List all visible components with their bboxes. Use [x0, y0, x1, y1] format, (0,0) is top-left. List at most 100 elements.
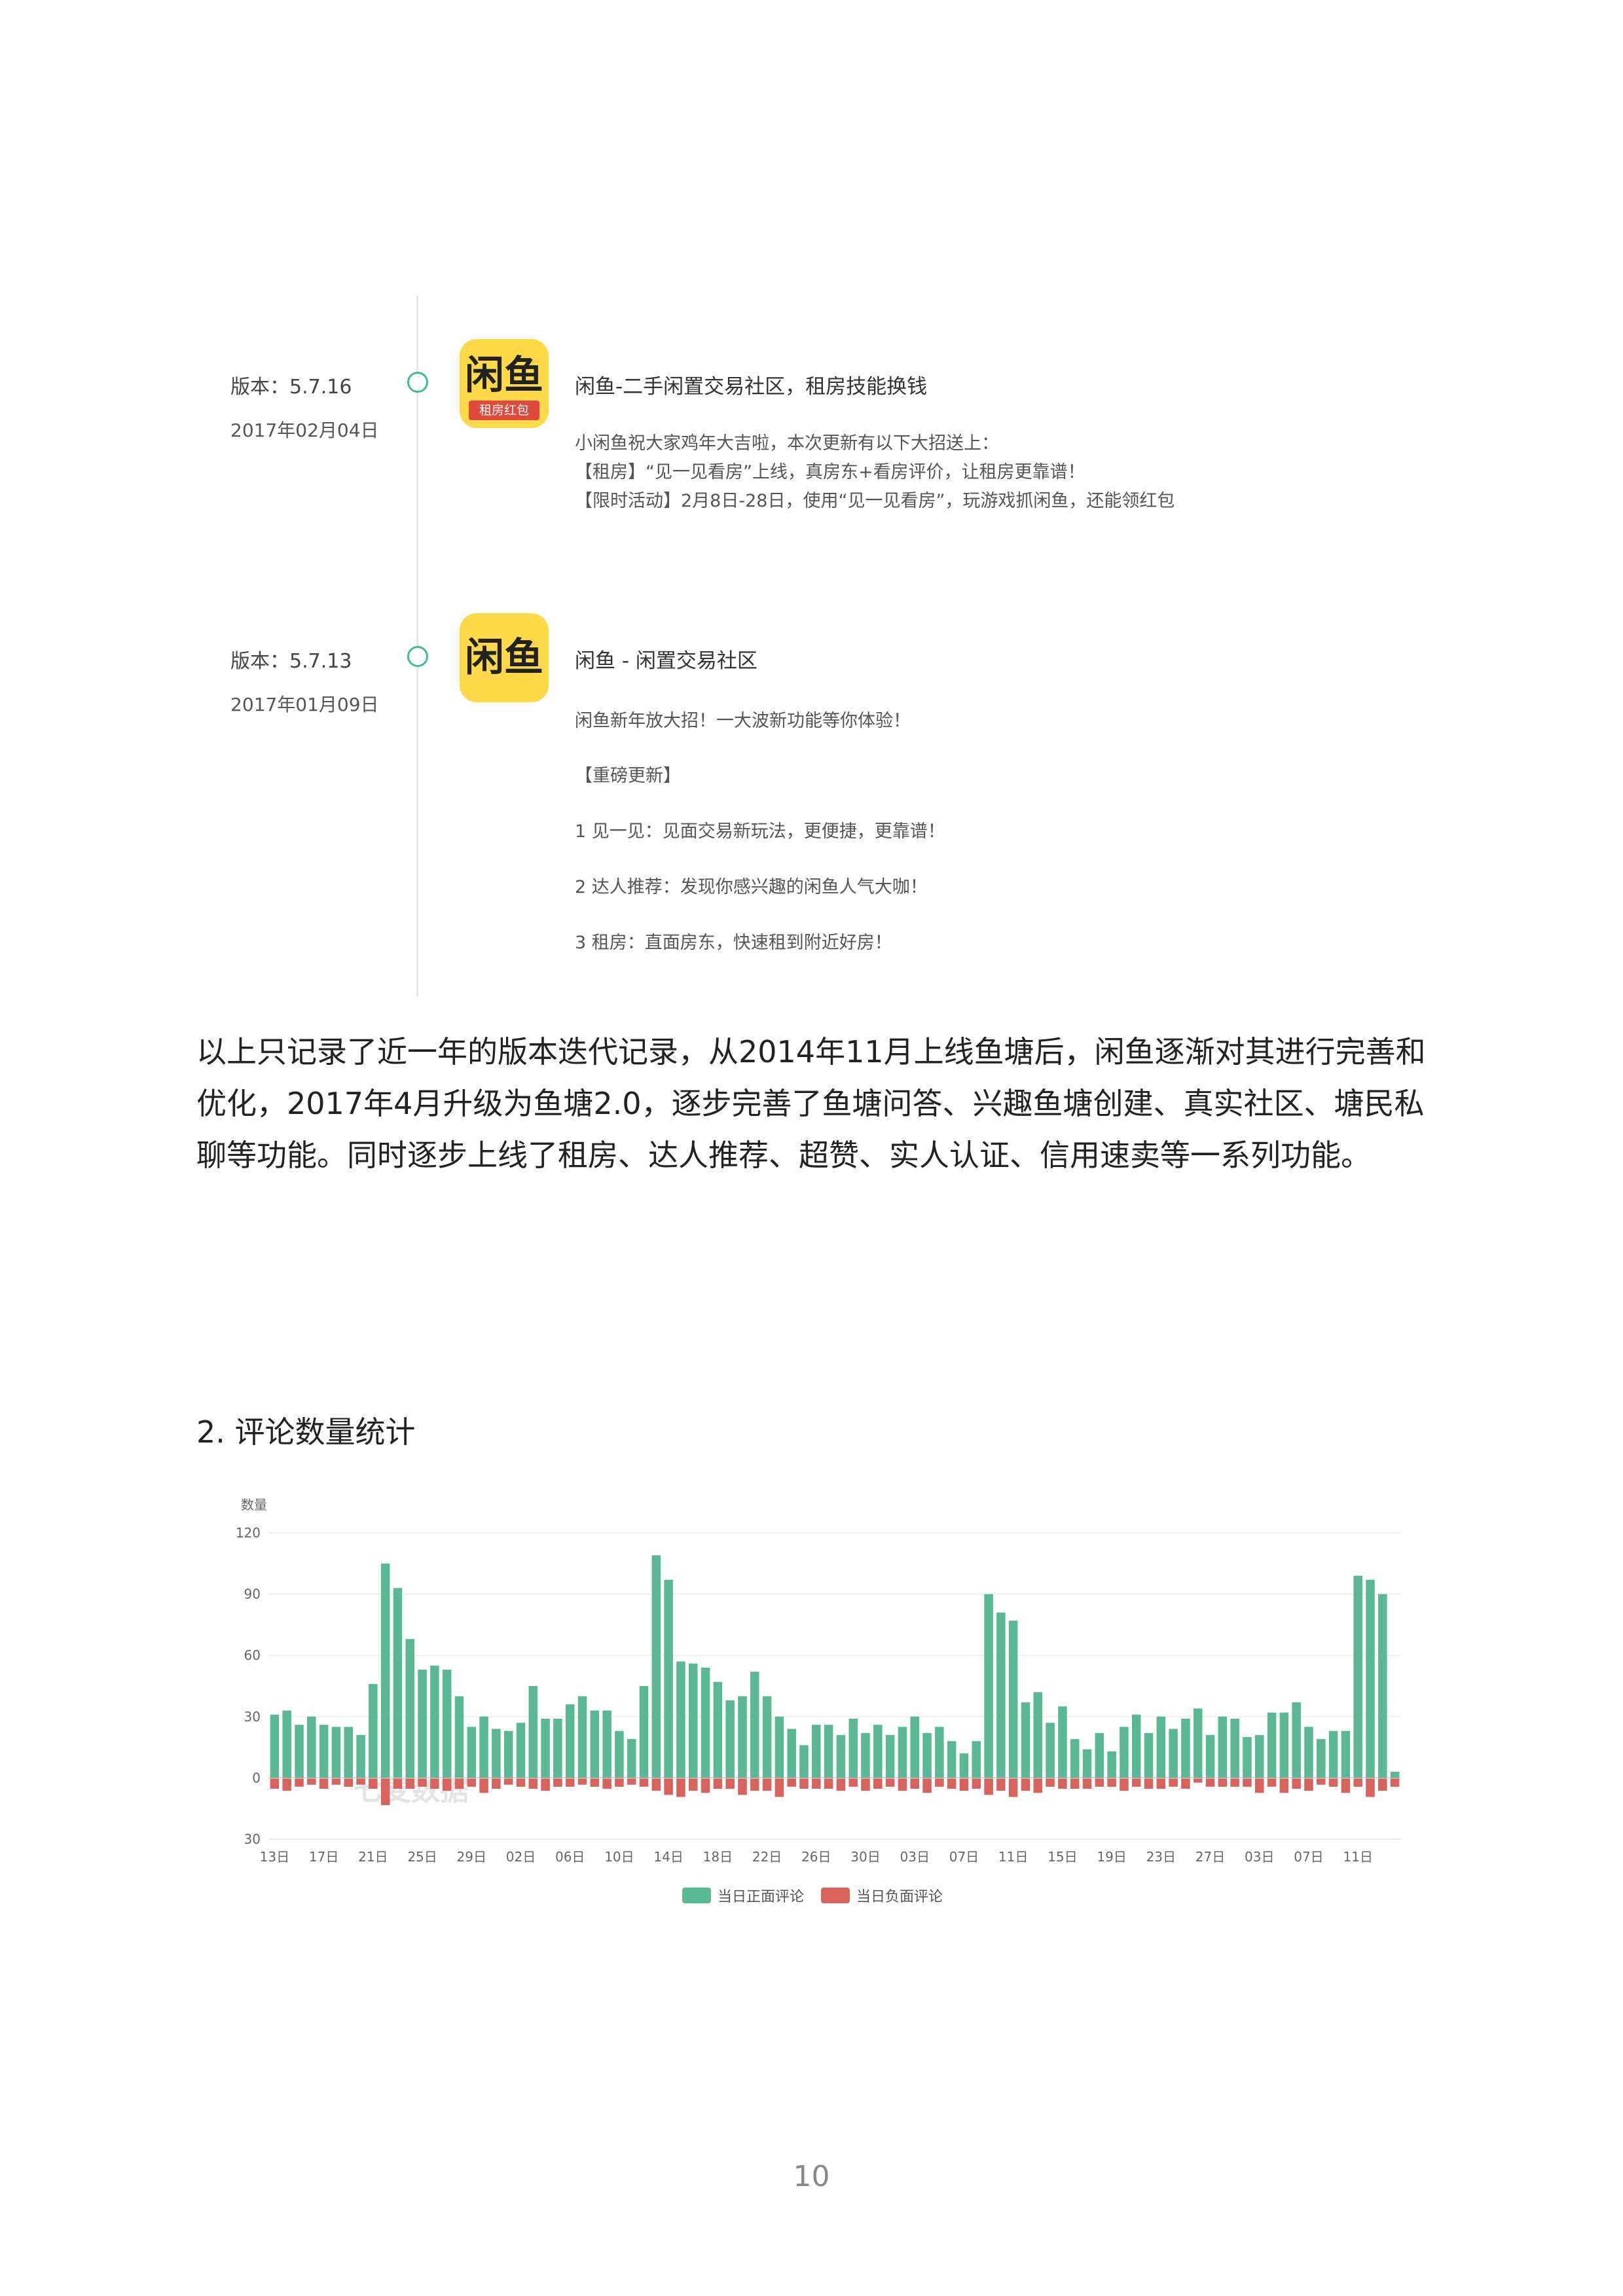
negative-bar	[541, 1778, 550, 1791]
positive-bar	[1169, 1729, 1178, 1778]
positive-bar	[688, 1663, 698, 1778]
x-tick-labels: 13日 17日 21日 25日 29日 02日 06日 10日 14日 18日 22日 26日 30日 0…	[260, 1849, 1373, 1865]
negative-bar	[430, 1778, 439, 1789]
y-tick-labels: 120 90 60 30 0 30	[236, 1525, 261, 1847]
positive-bar	[369, 1683, 378, 1778]
positive-bar	[701, 1667, 710, 1778]
positive-bar	[1317, 1739, 1326, 1778]
negative-bar	[565, 1778, 575, 1787]
x-tick-label: 26日	[801, 1849, 831, 1865]
positive-bar	[1082, 1749, 1092, 1778]
positive-bar	[984, 1594, 993, 1778]
positive-bar	[1033, 1692, 1043, 1778]
negative-bar	[1058, 1778, 1067, 1789]
x-tick-label: 07日	[949, 1849, 979, 1865]
positive-bar	[762, 1696, 772, 1778]
y-tick-label: 120	[236, 1525, 261, 1541]
negative-bar	[1328, 1778, 1338, 1787]
negative-bar	[270, 1778, 280, 1789]
negative-bar	[812, 1778, 821, 1789]
version-label: 版本：5.7.13	[230, 650, 352, 673]
release-note: 【租房】“见一见看房”上线，真房东+看房评价，让租房更靠谱！	[575, 462, 1085, 482]
x-tick-label: 07日	[1294, 1849, 1323, 1865]
positive-bar	[282, 1710, 291, 1778]
y-tick-label: 30	[244, 1709, 261, 1725]
positive-bar	[1156, 1716, 1166, 1778]
positive-bar	[1328, 1731, 1338, 1778]
negative-bar	[799, 1778, 809, 1789]
legend-label: 当日负面评论	[856, 1889, 943, 1905]
positive-bar	[812, 1725, 821, 1778]
x-tick-label: 02日	[506, 1849, 536, 1865]
negative-bar	[947, 1778, 957, 1789]
negative-bar	[627, 1778, 636, 1785]
positive-bar	[602, 1710, 611, 1778]
negative-bar	[442, 1778, 452, 1791]
positive-bar	[1144, 1732, 1154, 1778]
release-date: 2017年02月04日	[230, 420, 379, 441]
x-tick-label: 03日	[1245, 1849, 1274, 1865]
positive-bar	[898, 1727, 907, 1778]
negative-bar	[984, 1778, 993, 1795]
negative-bar	[282, 1778, 291, 1791]
positive-bar	[1008, 1621, 1018, 1778]
x-tick-label: 10日	[604, 1849, 634, 1865]
app-title: 闲鱼 - 闲置交易社区	[575, 649, 757, 673]
negative-bar	[1156, 1778, 1166, 1789]
x-tick-label: 13日	[260, 1849, 289, 1865]
release-note: 2 达人推荐：发现你感兴趣的闲鱼人气大咖！	[575, 877, 928, 897]
positive-bar	[295, 1725, 304, 1778]
negative-bar	[553, 1778, 562, 1787]
negative-bar	[405, 1778, 415, 1789]
negative-bar	[1181, 1778, 1190, 1789]
positive-bar	[1243, 1737, 1252, 1778]
positive-bar	[873, 1725, 883, 1778]
legend-item-negative[interactable]: 当日负面评论	[821, 1885, 943, 1906]
positive-bar	[380, 1563, 390, 1778]
negative-bar	[1169, 1778, 1178, 1787]
app-icon: 闲鱼 租房红包	[460, 339, 549, 428]
positive-bar	[651, 1555, 661, 1778]
positive-bar	[590, 1710, 600, 1778]
positive-bar	[1021, 1702, 1030, 1778]
bar-chart-svg: 数量 七麦数据 120906030030 13日 17日 21日 25日 29日 02日 0…	[236, 1497, 1401, 1865]
chart-legend: 当日正面评论 当日负面评论	[682, 1885, 943, 1906]
positive-bar	[442, 1670, 452, 1778]
positive-bar	[725, 1700, 735, 1778]
y-tick-label: 0	[252, 1770, 261, 1785]
positive-bar	[479, 1716, 488, 1778]
positive-bar	[861, 1732, 870, 1778]
positive-bar	[1131, 1714, 1141, 1778]
negative-bar	[1046, 1778, 1055, 1787]
positive-bar	[1058, 1706, 1067, 1778]
positive-bar	[393, 1588, 403, 1778]
positive-bar	[750, 1672, 759, 1778]
negative-bar	[1366, 1778, 1375, 1797]
negative-bar	[1008, 1778, 1018, 1797]
positive-bar	[331, 1727, 341, 1778]
logo-text: 闲鱼	[465, 353, 543, 399]
positive-bar	[922, 1732, 932, 1778]
x-tick-label: 03日	[900, 1849, 930, 1865]
negative-bar	[1390, 1778, 1400, 1787]
negative-bar	[1317, 1778, 1326, 1785]
negative-bar	[651, 1778, 661, 1791]
logo-text: 闲鱼	[465, 635, 543, 681]
negative-bar	[775, 1778, 784, 1797]
positive-bar	[1120, 1727, 1129, 1778]
positive-bar	[319, 1725, 329, 1778]
negative-bar	[725, 1778, 735, 1789]
negative-bar	[750, 1778, 759, 1791]
legend-item-positive[interactable]: 当日正面评论	[682, 1885, 804, 1906]
timeline-dot	[407, 372, 428, 393]
y-tick-label: 90	[244, 1587, 261, 1602]
negative-bar	[1267, 1778, 1277, 1787]
positive-bar	[676, 1661, 685, 1778]
negative-bar	[516, 1778, 526, 1787]
page-number: 10	[793, 2160, 830, 2193]
positive-bar	[1046, 1723, 1055, 1778]
positive-bar	[848, 1718, 858, 1778]
negative-bar	[676, 1778, 685, 1797]
xianyu-logo-icon: 闲鱼	[465, 635, 543, 681]
positive-bar	[775, 1716, 784, 1778]
